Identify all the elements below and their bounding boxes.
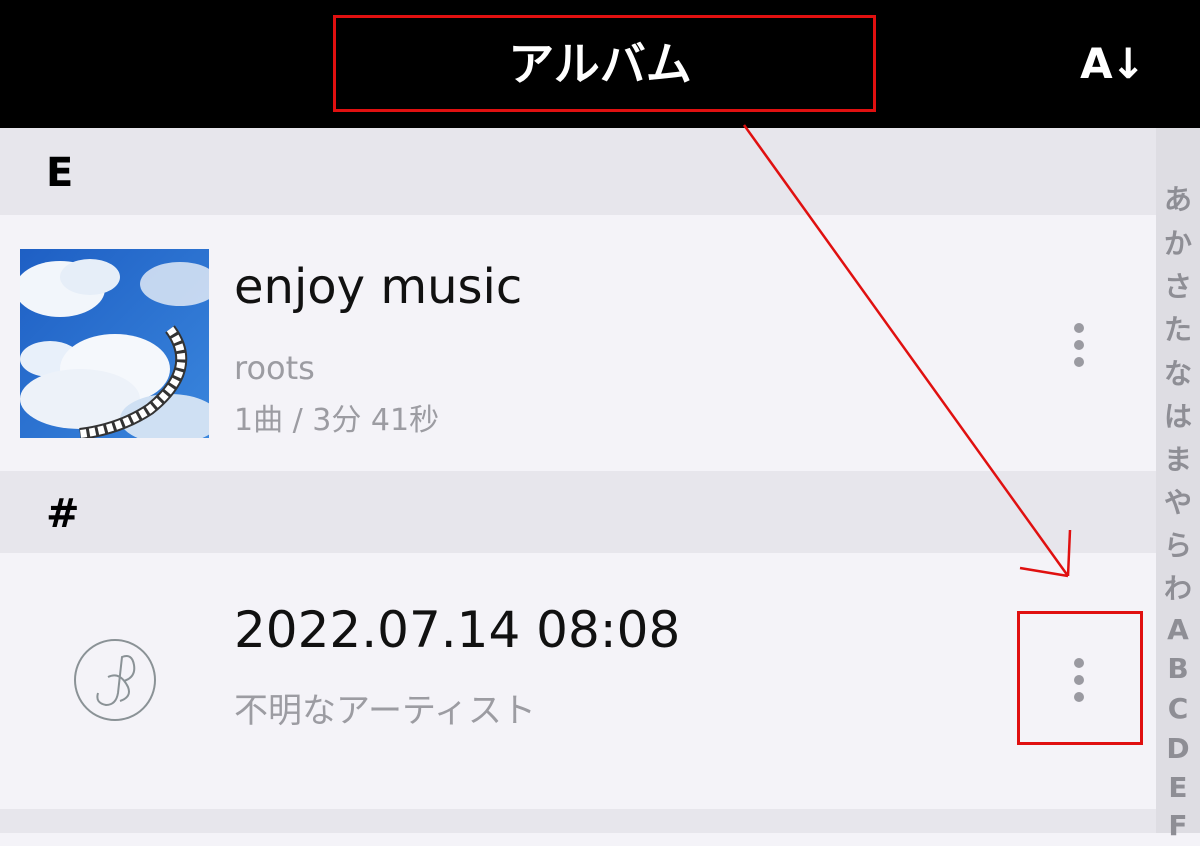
section-header-hash: #: [0, 471, 1156, 553]
album-artist: 不明なアーティスト: [234, 691, 536, 731]
sort-button[interactable]: A↓: [1080, 36, 1146, 92]
index-item[interactable]: C: [1156, 689, 1200, 729]
index-item[interactable]: B: [1156, 649, 1200, 689]
sky-clouds-piano-artwork: [20, 249, 209, 438]
index-item[interactable]: わ: [1156, 569, 1200, 609]
album-artwork: [20, 249, 209, 438]
section-header-e: E: [0, 128, 1156, 215]
more-options-icon[interactable]: [1060, 318, 1100, 378]
album-title: 2022.07.14 08:08: [234, 601, 681, 659]
index-item[interactable]: D: [1156, 729, 1200, 769]
index-item[interactable]: や: [1156, 483, 1200, 523]
annotation-box-more: [1017, 611, 1143, 745]
index-item[interactable]: F: [1156, 806, 1200, 846]
index-scrubber[interactable]: あ か さ た な は ま や ら わ A B C D E F: [1156, 128, 1200, 842]
index-item[interactable]: た: [1156, 310, 1200, 350]
index-item[interactable]: E: [1156, 768, 1200, 808]
index-item[interactable]: あ: [1156, 180, 1200, 220]
album-row[interactable]: 2022.07.14 08:08 不明なアーティスト: [0, 553, 1156, 809]
album-title: enjoy music: [234, 259, 523, 315]
album-row[interactable]: enjoy music roots 1曲 / 3分 41秒: [0, 215, 1156, 471]
section-letter: E: [46, 150, 74, 196]
section-letter: #: [46, 491, 80, 537]
index-item[interactable]: な: [1156, 354, 1200, 394]
annotation-box-title: [333, 15, 876, 112]
album-meta: 1曲 / 3分 41秒: [234, 403, 440, 438]
index-item[interactable]: か: [1156, 224, 1200, 264]
section-header-next: [0, 809, 1156, 833]
index-item[interactable]: ら: [1156, 526, 1200, 566]
index-item[interactable]: ま: [1156, 440, 1200, 480]
music-note-placeholder-icon: [70, 635, 160, 725]
index-item[interactable]: A: [1156, 610, 1200, 650]
album-artist: roots: [234, 349, 315, 387]
index-item[interactable]: さ: [1156, 267, 1200, 307]
index-item[interactable]: は: [1156, 397, 1200, 437]
